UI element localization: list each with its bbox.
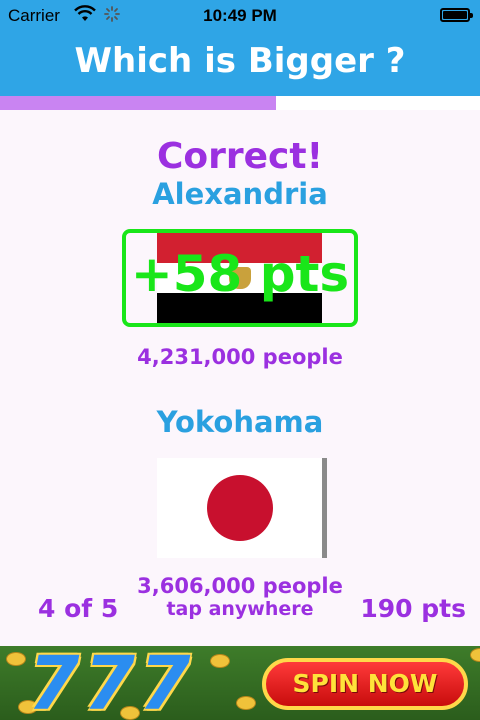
spin-now-button[interactable]: SPIN NOW — [262, 658, 468, 710]
quiz-progress-bar — [0, 96, 480, 110]
city-a-name[interactable]: Alexandria — [0, 177, 480, 211]
round-counter: 4 of 5 — [38, 594, 119, 623]
title-bar: Which is Bigger ? — [0, 32, 480, 96]
clock: 10:49 PM — [203, 6, 277, 25]
battery-icon — [440, 8, 473, 22]
red-disc — [207, 475, 273, 541]
points-awarded: +58 pts — [130, 245, 350, 303]
page-title: Which is Bigger ? — [74, 41, 406, 81]
flag-border — [322, 458, 327, 558]
quiz-progress-fill — [0, 96, 276, 110]
city-a-population: 4,231,000 people — [137, 345, 343, 369]
ad-banner[interactable]: 777 SPIN NOW — [0, 646, 480, 720]
total-score: 190 pts — [360, 594, 466, 623]
result-message: Correct! — [156, 136, 324, 177]
slot-sevens-graphic: 777 — [28, 646, 195, 720]
city-b-name[interactable]: Yokohama — [0, 405, 480, 439]
status-bar: Carrier 10:49 PM — [0, 0, 480, 32]
japan-flag-icon[interactable] — [157, 458, 322, 558]
